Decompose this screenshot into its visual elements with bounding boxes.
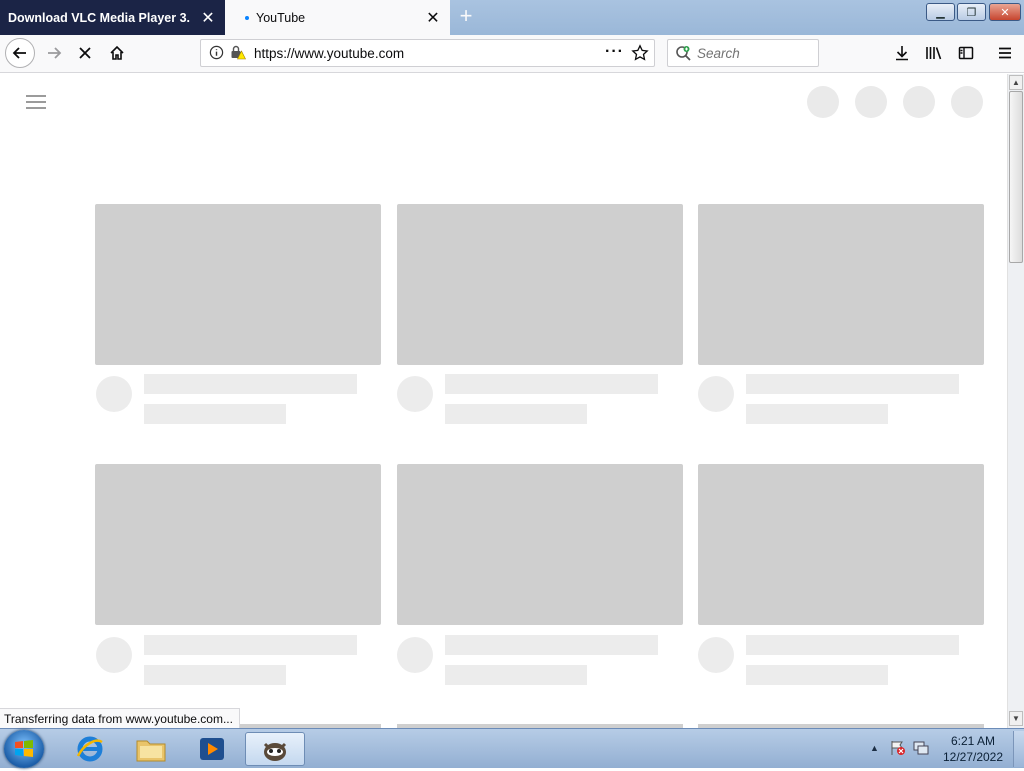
loading-dot-icon xyxy=(245,15,249,20)
sidebar-button[interactable] xyxy=(952,39,980,67)
firefox-icon[interactable] xyxy=(245,732,305,766)
tab-strip: Download VLC Media Player 3.0.18 ✕ YouTu… xyxy=(0,0,1024,35)
video-thumbnail-placeholder xyxy=(397,464,683,625)
menu-button[interactable] xyxy=(991,39,1019,67)
channel-avatar-placeholder xyxy=(96,637,132,673)
tab-title: Download VLC Media Player 3.0.18 xyxy=(8,10,190,25)
video-thumbnail-placeholder xyxy=(95,204,381,365)
scroll-up-arrow-icon[interactable]: ▲ xyxy=(1009,75,1023,90)
maximize-button[interactable]: ❐ xyxy=(957,3,986,21)
status-panel: Transferring data from www.youtube.com..… xyxy=(0,708,240,729)
navigation-toolbar: https://www.youtube.com ··· Search xyxy=(0,35,1024,73)
minimize-button[interactable]: ▁ xyxy=(926,3,955,21)
home-button[interactable] xyxy=(103,39,131,67)
video-meta-placeholder xyxy=(144,665,286,685)
library-icon xyxy=(926,47,942,60)
back-button[interactable] xyxy=(5,38,35,68)
scrollbar-thumb[interactable] xyxy=(1009,91,1023,263)
video-title-placeholder xyxy=(445,635,658,655)
info-icon[interactable] xyxy=(209,45,224,63)
vertical-scrollbar[interactable]: ▲ ▼ xyxy=(1007,74,1024,728)
tab-vlc-download[interactable]: Download VLC Media Player 3.0.18 ✕ xyxy=(0,0,225,35)
close-icon[interactable]: ✕ xyxy=(424,9,442,27)
hamburger-icon xyxy=(999,47,1011,59)
show-desktop-button[interactable] xyxy=(1013,731,1024,767)
download-icon xyxy=(896,46,908,61)
channel-avatar-placeholder xyxy=(698,637,734,673)
channel-avatar-placeholder xyxy=(698,376,734,412)
search-box[interactable]: Search xyxy=(667,39,819,67)
page-actions-icon[interactable]: ··· xyxy=(605,43,624,61)
video-title-placeholder xyxy=(144,635,357,655)
video-meta-placeholder xyxy=(746,665,888,685)
clock-date: 12/27/2022 xyxy=(942,750,1004,764)
window-close-button[interactable]: ✕ xyxy=(989,3,1021,21)
channel-avatar-placeholder xyxy=(397,376,433,412)
url-text[interactable]: https://www.youtube.com xyxy=(254,46,404,61)
video-thumbnail-placeholder xyxy=(698,204,984,365)
home-icon xyxy=(110,45,124,60)
arrow-left-icon xyxy=(12,47,26,59)
windows-logo-icon xyxy=(15,740,33,757)
video-meta-placeholder xyxy=(746,404,888,424)
video-meta-placeholder xyxy=(445,404,587,424)
masthead-placeholder xyxy=(807,86,839,118)
video-thumbnail-placeholder xyxy=(698,464,984,625)
network-icon[interactable] xyxy=(912,740,930,759)
scroll-down-arrow-icon[interactable]: ▼ xyxy=(1009,711,1023,726)
video-title-placeholder xyxy=(445,374,658,394)
search-icon xyxy=(675,45,692,65)
channel-avatar-placeholder xyxy=(96,376,132,412)
masthead-placeholder xyxy=(951,86,983,118)
forward-button[interactable] xyxy=(40,39,68,67)
channel-avatar-placeholder xyxy=(397,637,433,673)
system-clock[interactable]: 6:21 AM 12/27/2022 xyxy=(930,733,1016,765)
video-thumbnail-placeholder xyxy=(397,204,683,365)
clock-time: 6:21 AM xyxy=(950,734,996,748)
bookmark-star-icon[interactable] xyxy=(631,44,649,65)
web-page-content xyxy=(0,74,1007,728)
video-title-placeholder xyxy=(144,374,357,394)
video-meta-placeholder xyxy=(144,404,286,424)
close-icon[interactable]: ✕ xyxy=(199,9,217,27)
new-tab-button[interactable]: + xyxy=(456,5,476,27)
video-title-placeholder xyxy=(746,635,959,655)
video-meta-placeholder xyxy=(445,665,587,685)
start-orb[interactable] xyxy=(4,730,44,768)
windows-explorer-icon[interactable] xyxy=(123,732,179,766)
library-button[interactable] xyxy=(920,39,948,67)
tab-youtube[interactable]: YouTube ✕ xyxy=(225,0,450,35)
downloads-button[interactable] xyxy=(888,39,916,67)
tray-expand-icon[interactable]: ▲ xyxy=(870,743,879,753)
media-player-icon[interactable] xyxy=(184,732,240,766)
tab-title: YouTube xyxy=(256,10,306,25)
arrow-right-icon xyxy=(48,47,62,59)
stop-button[interactable] xyxy=(71,39,99,67)
insecure-lock-icon[interactable] xyxy=(230,45,246,63)
stop-icon xyxy=(79,47,91,59)
windows-taskbar: ▲ 6:21 AM 12/27/2022 xyxy=(0,728,1024,768)
address-bar[interactable]: https://www.youtube.com ··· xyxy=(200,39,655,67)
masthead-placeholder xyxy=(855,86,887,118)
internet-explorer-icon[interactable] xyxy=(62,732,118,766)
video-title-placeholder xyxy=(746,374,959,394)
masthead-placeholder xyxy=(903,86,935,118)
sidebar-icon xyxy=(958,46,974,60)
search-placeholder: Search xyxy=(697,46,740,61)
guide-menu-icon[interactable] xyxy=(26,94,46,113)
action-center-flag-icon[interactable] xyxy=(889,739,907,760)
video-thumbnail-placeholder xyxy=(95,464,381,625)
